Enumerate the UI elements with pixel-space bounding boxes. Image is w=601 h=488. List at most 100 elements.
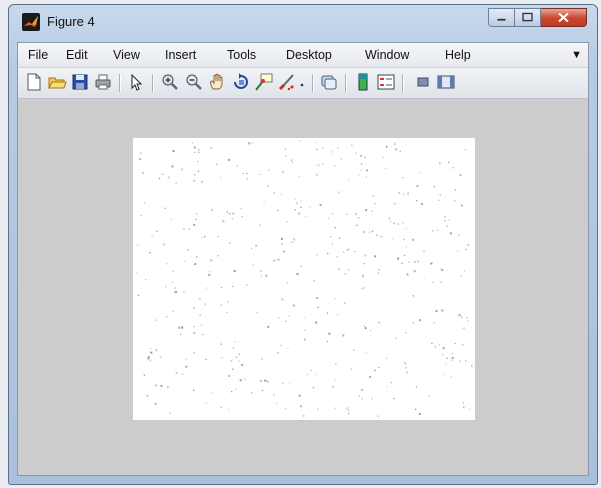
title-bar[interactable]: Figure 4 [9, 5, 597, 41]
noise-pixel [145, 279, 147, 281]
data-cursor-icon[interactable] [254, 72, 274, 92]
noise-pixel [222, 220, 225, 223]
noise-pixel [232, 368, 234, 370]
hide-plot-tools-icon[interactable] [413, 72, 433, 92]
menu-desktop[interactable]: Desktop [286, 48, 332, 62]
noise-pixel [462, 402, 464, 404]
zoom-out-icon[interactable] [184, 72, 204, 92]
noise-pixel [229, 242, 231, 244]
image-axes[interactable] [133, 138, 475, 420]
link-plot-icon[interactable] [319, 72, 339, 92]
noise-pixel [463, 406, 465, 409]
noise-pixel [327, 252, 329, 255]
brush-dropdown-icon[interactable] [297, 72, 307, 92]
noise-pixel [390, 381, 393, 384]
new-figure-icon[interactable] [24, 72, 44, 92]
pointer-icon[interactable] [126, 72, 146, 92]
noise-pixel [434, 346, 436, 348]
noise-pixel [273, 394, 275, 396]
noise-pixel [448, 161, 450, 163]
noise-pixel [375, 234, 378, 237]
noise-pixel [309, 206, 311, 208]
noise-pixel [290, 159, 292, 161]
noise-pixel [319, 203, 322, 206]
noise-pixel [251, 392, 253, 394]
minimize-button[interactable] [488, 8, 515, 27]
noise-pixel [354, 250, 356, 253]
save-icon[interactable] [70, 72, 90, 92]
noise-pixel [193, 325, 195, 328]
menu-edit[interactable]: Edit [66, 48, 88, 62]
noise-pixel [234, 341, 236, 343]
toolbar-separator [152, 74, 153, 92]
noise-pixel [371, 210, 373, 212]
figure-window: Figure 4 File Edit View Insert Tools Des… [8, 4, 598, 485]
noise-pixel [344, 302, 346, 304]
maximize-button[interactable] [515, 8, 541, 27]
close-button[interactable] [541, 8, 587, 27]
noise-pixel [305, 215, 307, 218]
noise-pixel [188, 228, 190, 230]
noise-pixel [261, 358, 263, 360]
menu-window[interactable]: Window [365, 48, 409, 62]
noise-pixel [346, 249, 348, 251]
noise-pixel [364, 327, 367, 330]
noise-pixel [416, 200, 418, 202]
noise-pixel [165, 316, 168, 318]
noise-pixel [231, 359, 233, 361]
noise-pixel [287, 347, 289, 349]
noise-pixel [150, 351, 153, 354]
rotate-3d-icon[interactable] [231, 72, 251, 92]
open-file-icon[interactable] [47, 72, 67, 92]
noise-pixel [397, 257, 400, 260]
noise-pixel [288, 382, 291, 384]
noise-pixel [149, 359, 152, 362]
noise-pixel [312, 386, 315, 389]
noise-pixel [178, 326, 181, 329]
menu-insert[interactable]: Insert [165, 48, 196, 62]
noise-pixel [386, 357, 388, 359]
noise-pixel [459, 360, 461, 362]
noise-pixel [444, 219, 446, 222]
menu-tools[interactable]: Tools [227, 48, 256, 62]
noise-pixel [154, 384, 157, 387]
noise-pixel [227, 301, 229, 303]
noise-pixel [347, 409, 350, 411]
noise-pixel [172, 150, 175, 152]
noise-pixel [285, 320, 287, 322]
noise-pixel [217, 235, 219, 238]
menu-overflow-icon[interactable]: ▼ [571, 49, 582, 61]
noise-pixel [421, 203, 423, 205]
menu-view[interactable]: View [113, 48, 140, 62]
noise-pixel [342, 334, 345, 337]
matlab-logo-icon [22, 13, 40, 31]
noise-pixel [441, 309, 444, 312]
noise-pixel [163, 243, 166, 246]
noise-pixel [280, 344, 282, 347]
noise-pixel [363, 325, 365, 327]
show-plot-tools-icon[interactable] [436, 72, 456, 92]
menu-file[interactable]: File [28, 48, 48, 62]
noise-pixel [369, 330, 372, 332]
noise-pixel [465, 248, 467, 251]
zoom-in-icon[interactable] [160, 72, 180, 92]
noise-pixel [266, 380, 269, 383]
noise-pixel [439, 268, 442, 270]
noise-pixel [401, 262, 403, 264]
noise-pixel [298, 176, 301, 178]
noise-pixel [292, 304, 295, 307]
noise-pixel [471, 365, 473, 367]
noise-pixel [276, 402, 278, 404]
menu-help[interactable]: Help [445, 48, 471, 62]
colorbar-icon[interactable] [353, 72, 373, 92]
noise-pixel [233, 270, 236, 272]
pan-icon[interactable] [207, 72, 227, 92]
legend-icon[interactable] [376, 72, 396, 92]
noise-pixel [463, 270, 466, 272]
noise-pixel [284, 148, 287, 150]
print-icon[interactable] [93, 72, 113, 92]
minimize-icon [497, 18, 506, 21]
brush-icon[interactable] [277, 72, 297, 92]
noise-pixel [386, 386, 388, 388]
noise-pixel [402, 222, 404, 224]
